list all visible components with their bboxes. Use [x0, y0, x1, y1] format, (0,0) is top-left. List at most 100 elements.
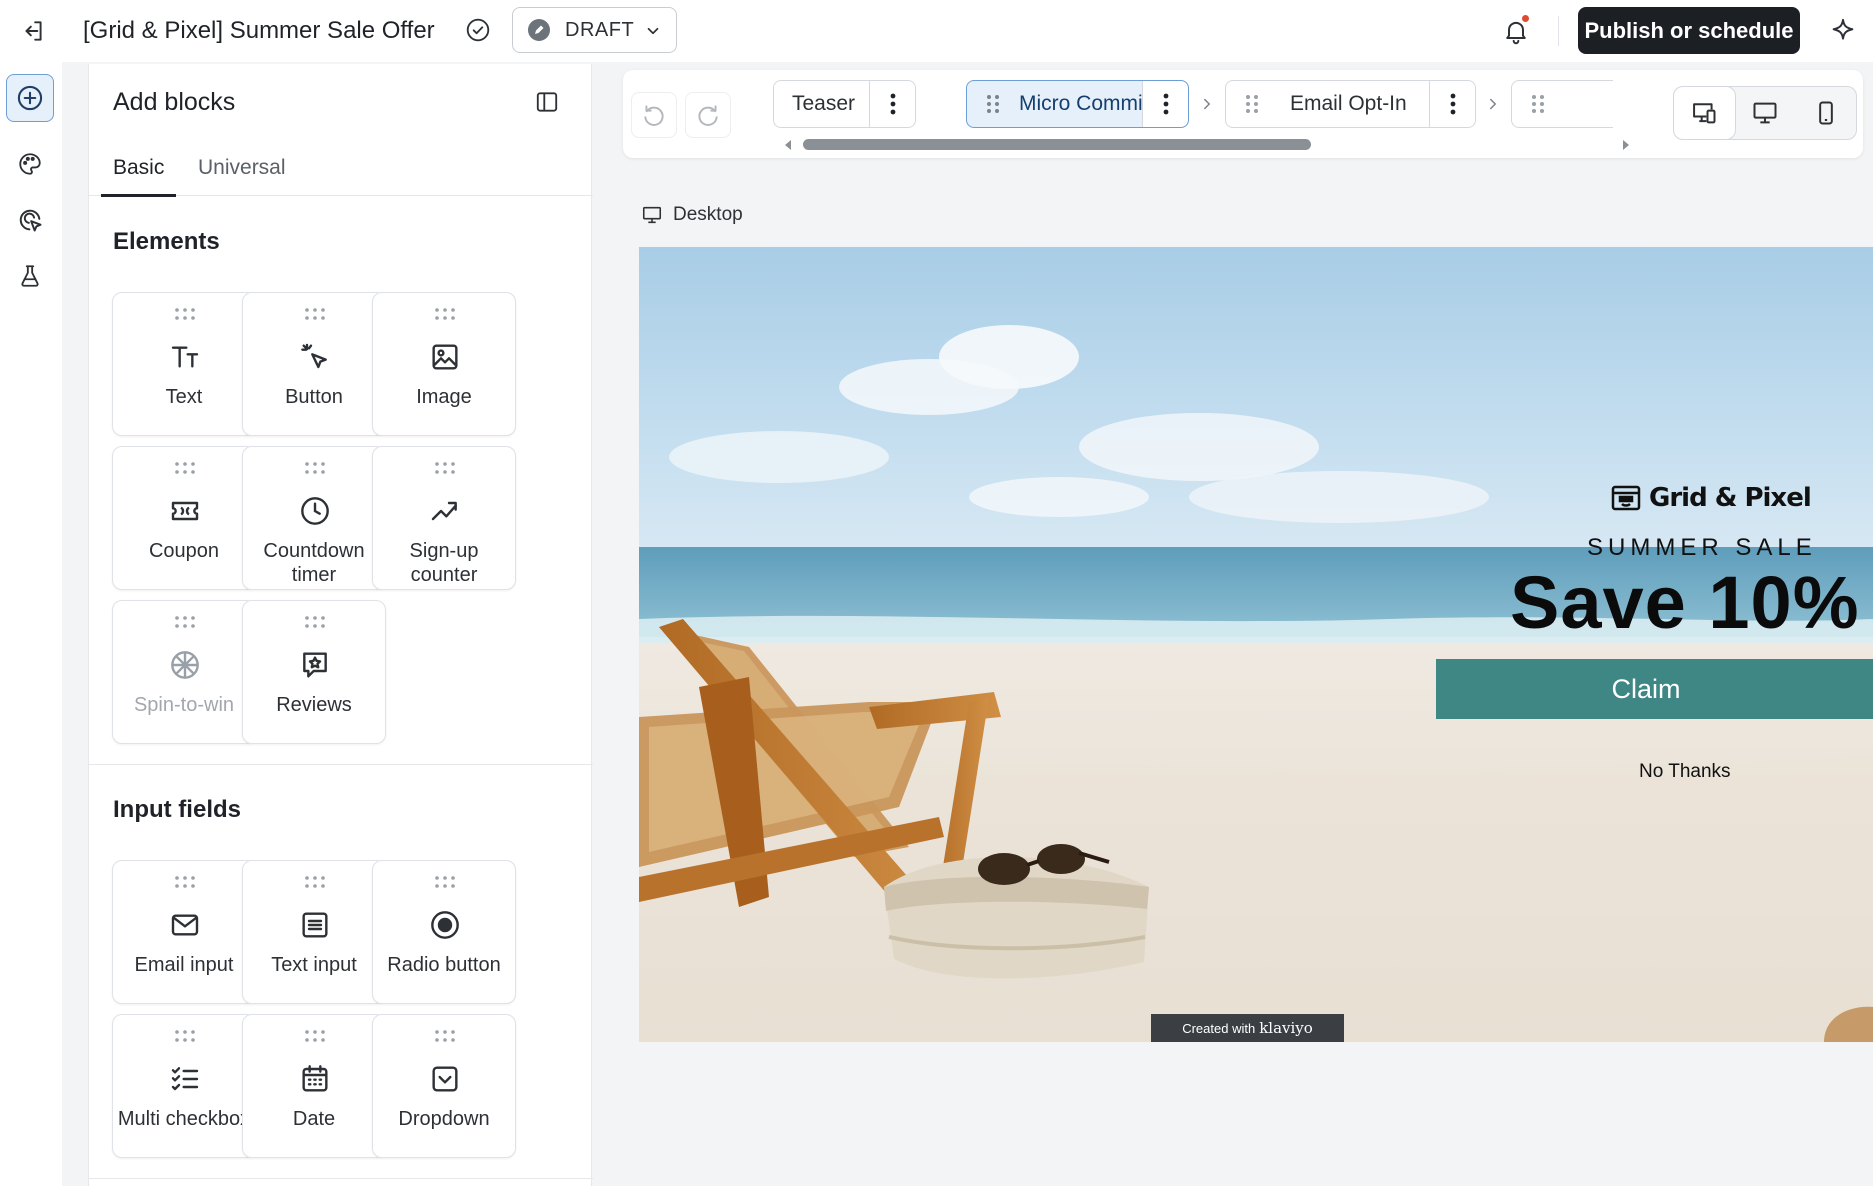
steps-scrollbar[interactable]	[783, 136, 1631, 152]
drag-handle-icon	[305, 308, 325, 320]
block-coupon[interactable]: Coupon	[112, 446, 256, 590]
block-multi-checkbox[interactable]: Multi checkbox	[112, 1014, 256, 1158]
step-next[interactable]	[1511, 80, 1613, 128]
checklist-icon	[171, 1067, 199, 1091]
step-menu-button[interactable]	[1429, 81, 1475, 127]
envelope-icon	[171, 914, 199, 936]
block-label: Button	[285, 386, 343, 408]
popup-preview[interactable]: Grid & Pixel SUMMER SALE Save 10% Claim …	[639, 247, 1873, 1042]
device-both-button[interactable]	[1674, 87, 1735, 139]
device-desktop-button[interactable]	[1735, 87, 1796, 139]
section-divider	[89, 764, 593, 765]
block-label: Countdown timer	[263, 540, 365, 586]
rail-targeting[interactable]	[6, 196, 54, 244]
tab-universal[interactable]: Universal	[198, 156, 286, 196]
redo-button[interactable]	[685, 92, 731, 138]
calendar-icon	[302, 1065, 328, 1092]
claim-button[interactable]: Claim	[1436, 659, 1873, 719]
block-label: Image	[416, 386, 472, 408]
step-teaser[interactable]: Teaser	[773, 80, 916, 128]
block-label: Date	[292, 1108, 336, 1130]
rail-styles[interactable]	[6, 140, 54, 188]
top-bar: [Grid & Pixel] Summer Sale Offer DRAFT P…	[0, 0, 1873, 62]
canvas-area: Teaser Micro Commit Email Opt-In Desktop…	[610, 62, 1873, 1186]
block-text-input[interactable]: Text input	[242, 860, 386, 1004]
panel-title: Add blocks	[113, 88, 236, 116]
undo-button[interactable]	[631, 92, 677, 138]
block-countdown-timer[interactable]: Countdown timer	[242, 446, 386, 590]
rail-add-blocks[interactable]	[6, 74, 54, 122]
step-email-opt-in[interactable]: Email Opt-In	[1225, 80, 1476, 128]
block-email-input[interactable]: Email input	[112, 860, 256, 1004]
block-text[interactable]: Text	[112, 292, 256, 436]
created-with-klaviyo-badge[interactable]: Created with klaviyo	[1151, 1014, 1344, 1042]
block-spin-to-win[interactable]: Spin-to-win	[112, 600, 256, 744]
left-rail	[0, 62, 62, 1186]
block-label: Spin-to-win	[133, 694, 235, 716]
cursor-click-icon	[301, 343, 327, 369]
block-reviews[interactable]: Reviews	[242, 600, 386, 744]
block-label: Text input	[271, 954, 357, 976]
desktop-icon	[642, 206, 662, 224]
drag-handle-icon	[305, 462, 325, 474]
block-label: Multi checkbox	[117, 1108, 251, 1130]
step-menu-button[interactable]	[1142, 81, 1188, 127]
notifications-button[interactable]	[1497, 12, 1535, 50]
drag-handle-icon	[175, 308, 195, 320]
ticket-icon	[171, 501, 199, 521]
drag-handle-icon	[435, 308, 455, 320]
status-dropdown[interactable]: DRAFT	[512, 7, 677, 53]
popup-headline: Save 10%	[1510, 561, 1860, 644]
kebab-menu-icon	[890, 93, 895, 115]
block-label: Dropdown	[398, 1108, 490, 1130]
sidebar-toggle-icon	[536, 92, 558, 112]
rail-experiments[interactable]	[6, 252, 54, 300]
no-thanks-link[interactable]: No Thanks	[1639, 761, 1731, 783]
drag-handle-icon	[305, 876, 325, 888]
drag-handle-icon	[175, 462, 195, 474]
scrollbar-thumb[interactable]	[803, 139, 1311, 150]
check-button[interactable]	[462, 14, 494, 46]
klaviyo-logo: klaviyo	[1259, 1019, 1313, 1037]
drag-handle-icon	[305, 1030, 325, 1042]
grid-pixel-logo-icon	[1611, 485, 1641, 511]
exit-icon	[25, 21, 42, 41]
publish-or-schedule-button[interactable]: Publish or schedule	[1578, 7, 1800, 54]
block-button[interactable]: Button	[242, 292, 386, 436]
block-image[interactable]: Image	[372, 292, 516, 436]
scroll-right-icon	[1623, 140, 1629, 150]
step-menu-button[interactable]	[869, 81, 915, 127]
device-mobile-button[interactable]	[1795, 87, 1856, 139]
image-icon	[432, 344, 458, 370]
exit-editor-button[interactable]	[14, 12, 52, 50]
flask-icon	[21, 265, 39, 287]
block-dropdown[interactable]: Dropdown	[372, 1014, 516, 1158]
ai-assistant-button[interactable]	[1824, 12, 1862, 50]
step-label: Email Opt-In	[1290, 92, 1407, 115]
drag-handle-icon	[435, 1030, 455, 1042]
desktop-icon	[1753, 102, 1777, 124]
sparkle-icon	[1832, 18, 1854, 40]
block-date[interactable]: Date	[242, 1014, 386, 1158]
trend-up-icon	[431, 501, 457, 521]
redo-icon	[698, 105, 718, 126]
undo-icon	[644, 105, 664, 126]
block-label: Reviews	[276, 694, 352, 716]
tab-basic[interactable]: Basic	[100, 156, 177, 197]
drag-handle-icon	[435, 876, 455, 888]
block-radio-button[interactable]: Radio button	[372, 860, 516, 1004]
target-cursor-icon	[19, 209, 42, 232]
mobile-icon	[1818, 101, 1833, 125]
text-field-icon	[302, 912, 328, 938]
chevron-right-icon	[1490, 98, 1496, 110]
step-micro-commit[interactable]: Micro Commit	[966, 80, 1189, 128]
block-label: Coupon	[148, 540, 220, 562]
block-sign-up-counter[interactable]: Sign-up counter	[372, 446, 516, 590]
panel-collapse-button[interactable]	[529, 84, 565, 120]
radio-icon	[431, 911, 459, 939]
add-blocks-panel: Add blocks Basic Universal Elements Text…	[88, 64, 593, 1186]
form-title[interactable]: [Grid & Pixel] Summer Sale Offer	[83, 16, 435, 46]
brand-name: Grid & Pixel	[1649, 483, 1812, 513]
dropdown-icon	[432, 1066, 458, 1092]
kebab-menu-icon	[1450, 93, 1455, 115]
